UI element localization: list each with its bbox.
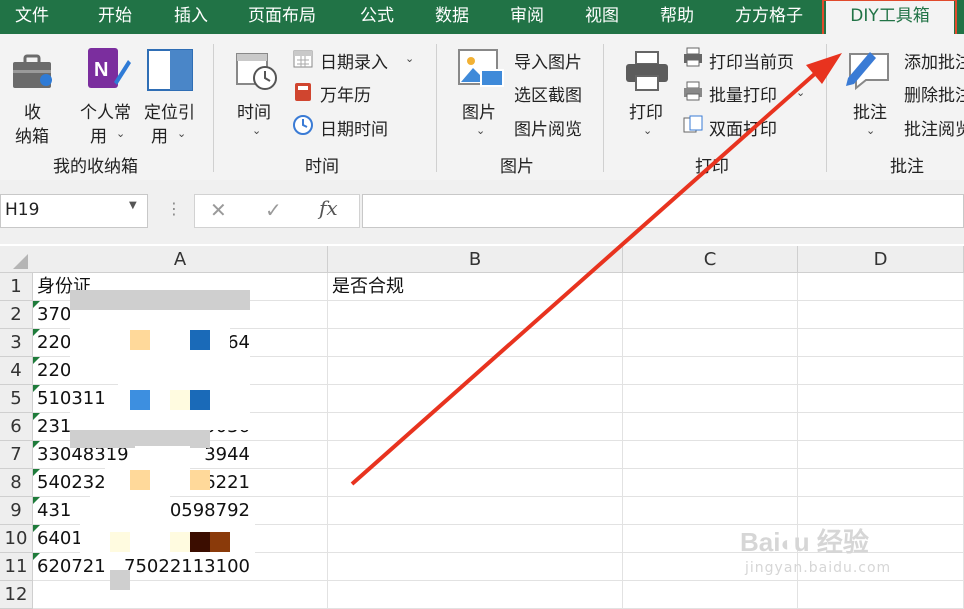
watermark-logo: Bai◐u 经验 (740, 527, 869, 557)
annotation-arrow (350, 53, 842, 486)
watermark-url: jingyan.baidu.com (745, 560, 892, 576)
